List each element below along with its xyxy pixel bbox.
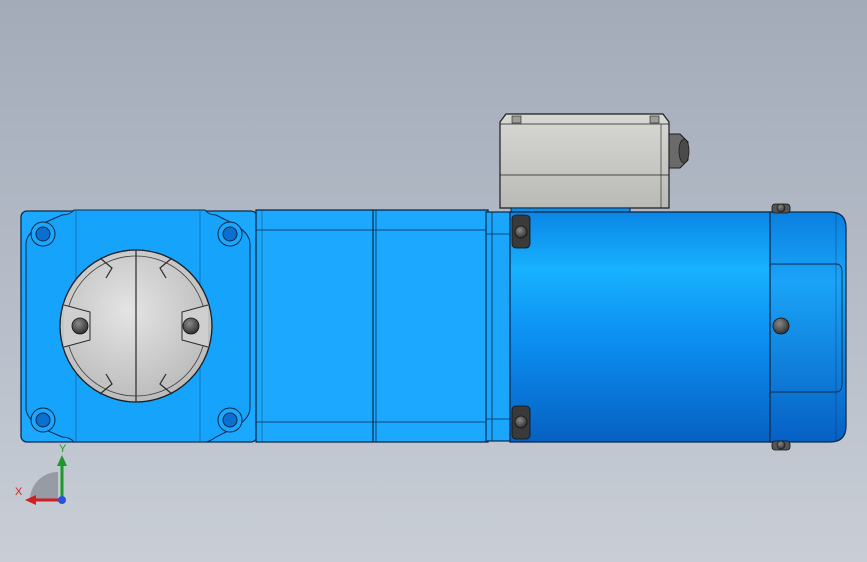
mounting-hole <box>217 407 243 433</box>
axis-x-label: X <box>15 486 23 498</box>
bolt-icon <box>514 415 528 429</box>
terminal-box[interactable] <box>499 113 690 227</box>
gearbox-body[interactable] <box>255 209 489 443</box>
motor-end-cap[interactable] <box>769 203 847 451</box>
motor-body[interactable] <box>509 211 773 443</box>
screw-icon <box>772 317 790 335</box>
gear-motor-model[interactable] <box>0 0 867 562</box>
shaft-cover[interactable] <box>59 249 213 403</box>
mounting-hole <box>30 407 56 433</box>
screw-icon <box>182 317 200 335</box>
mounting-hole <box>217 221 243 247</box>
cad-viewport[interactable]: X Y <box>0 0 867 562</box>
view-orientation-triad-icon[interactable] <box>25 455 67 505</box>
adapter-flange[interactable] <box>485 211 513 442</box>
axis-y-label: Y <box>59 443 67 455</box>
bolt-icon <box>514 225 528 239</box>
mounting-hole <box>30 221 56 247</box>
screw-icon <box>71 317 89 335</box>
